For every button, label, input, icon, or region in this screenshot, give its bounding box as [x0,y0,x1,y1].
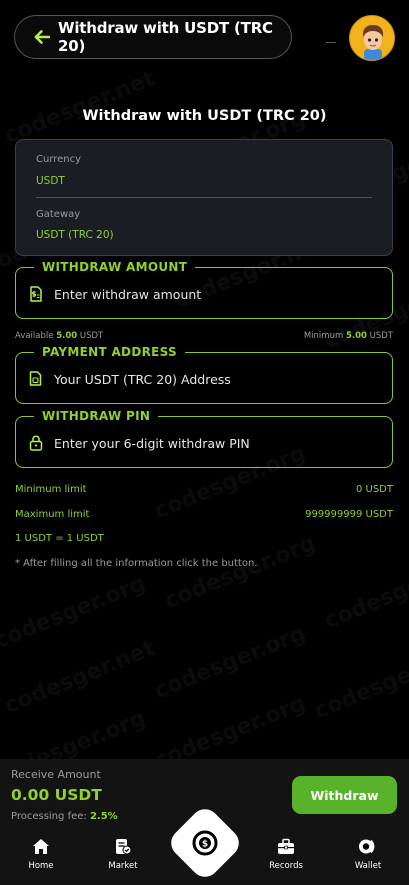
watermark: codesger.net [1,636,158,719]
currency-label: Currency [36,154,82,165]
maximum-limit-row: Maximum limit 999999999 USDT [15,509,393,520]
withdraw-amount-field: WITHDRAW AMOUNT [15,259,393,319]
nav-records-label: Records [269,861,303,871]
withdraw-button[interactable]: Withdraw [292,776,397,814]
currency-info-card: Currency USDT Gateway USDT (TRC 20) [15,139,393,256]
lock-icon [29,435,43,455]
exchange-rate: 1 USDT = 1 USDT [15,533,104,544]
sim-card-icon [29,371,42,390]
nav-center-icon-wrap: $ [177,815,233,871]
currency-value: USDT [36,175,65,187]
money-doc-icon [29,286,43,306]
nav-wallet[interactable]: Wallet [338,838,398,871]
gateway-value: USDT (TRC 20) [36,229,114,241]
payment-address-legend: PAYMENT ADDRESS [34,344,185,360]
svg-text:$: $ [202,840,208,850]
coin-icon: $ [192,830,218,856]
withdraw-amount-input[interactable] [54,282,374,306]
avatar-icon [350,16,394,60]
withdraw-pin-legend: WITHDRAW PIN [34,408,159,424]
nav-market[interactable]: Market [93,838,153,871]
payment-address-input[interactable] [54,367,374,391]
watermark: codesger.org [151,621,309,704]
available-label: Available [15,331,54,341]
processing-fee-value: 2.5% [89,811,118,822]
top-bar: Withdraw with USDT (TRC 20) [14,15,395,61]
divider [326,42,336,43]
market-icon [116,839,132,855]
arrow-left-icon [34,30,50,44]
nav-home[interactable]: Home [11,838,71,871]
withdraw-pin-field: WITHDRAW PIN [15,408,393,468]
minimum-value: 5.00 [345,331,367,341]
minimum-unit: USDT [369,331,393,341]
watermark: codesger.org [321,551,409,634]
page-title: Withdraw with USDT (TRC 20) [82,108,327,124]
receive-amount-label: Receive Amount [11,768,101,781]
available-unit: USDT [79,331,104,341]
nav-market-label: Market [108,861,138,871]
processing-fee: Processing fee: 2.5% [11,811,118,822]
receive-amount-value: 0.00 USDT [11,786,102,804]
header-title: Withdraw with USDT (TRC 20) [57,19,273,55]
avatar[interactable] [349,15,395,61]
amount-hint-row: Available 5.00 USDT Minimum 5.00 USDT [15,331,393,341]
minimum-limit-value: 0 USDT [355,484,393,495]
gateway-label: Gateway [36,209,81,220]
withdraw-pin-input[interactable] [54,431,374,455]
divider [36,197,372,198]
processing-fee-label: Processing fee: [11,811,87,822]
instruction-note: * After filling all the information clic… [15,558,258,569]
back-button[interactable]: Withdraw with USDT (TRC 20) [14,15,292,59]
minimum-limit-label: Minimum limit [15,484,87,495]
nav-wallet-label: Wallet [354,861,382,871]
nav-records[interactable]: Records [256,838,316,871]
payment-address-field: PAYMENT ADDRESS [15,344,393,404]
maximum-limit-label: Maximum limit [15,509,90,520]
watermark: codesger.org [0,571,149,654]
minimum-limit-row: Minimum limit 0 USDT [15,484,393,495]
wallet-icon [359,839,375,854]
home-icon [33,839,49,854]
watermark: codesger.org [311,641,409,724]
records-icon [278,838,294,854]
minimum-label: Minimum [303,331,344,341]
withdraw-amount-legend: WITHDRAW AMOUNT [34,259,196,275]
nav-home-label: Home [28,861,54,871]
maximum-limit-value: 999999999 USDT [305,509,393,520]
available-value: 5.00 [56,331,78,341]
